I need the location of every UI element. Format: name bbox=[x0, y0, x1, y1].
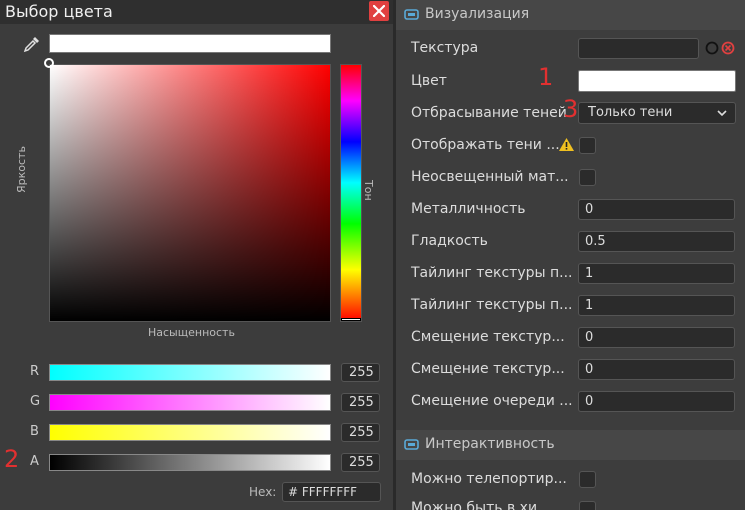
close-icon bbox=[373, 5, 385, 17]
sv-picker-handle[interactable] bbox=[44, 58, 54, 68]
channel-b-slider[interactable] bbox=[49, 424, 331, 441]
picker-title: Выбор цвета bbox=[5, 2, 113, 21]
close-button[interactable] bbox=[369, 1, 389, 21]
clear-icon[interactable] bbox=[721, 41, 735, 55]
hue-label: Тон bbox=[362, 180, 375, 201]
color-picker-panel: Выбор цвета Яркость Насыщенность Тон R 2… bbox=[0, 0, 393, 510]
channel-a-value[interactable]: 255 bbox=[341, 453, 380, 472]
color-swatch-field[interactable] bbox=[578, 70, 736, 92]
tiling-y-input[interactable]: 1 bbox=[578, 295, 735, 316]
next-option-checkbox[interactable] bbox=[579, 501, 596, 510]
unlit-label: Неосвещенный мат... bbox=[411, 169, 569, 185]
saturation-brightness-area[interactable] bbox=[49, 64, 331, 322]
shadow-cast-label: Отбрасывание теней bbox=[411, 105, 567, 121]
smoothness-label: Гладкость bbox=[411, 233, 488, 249]
offset-y-input[interactable]: 0 bbox=[578, 359, 735, 380]
hue-slider-handle[interactable] bbox=[341, 318, 361, 321]
tiling-x-input[interactable]: 1 bbox=[578, 263, 735, 284]
color-preview bbox=[49, 34, 331, 53]
next-option-label: Можно быть в хи... bbox=[411, 500, 551, 510]
texture-label: Текстура bbox=[411, 40, 479, 56]
channel-g-value[interactable]: 255 bbox=[341, 393, 380, 412]
hex-label: Hex: bbox=[249, 485, 277, 499]
texture-field[interactable] bbox=[578, 38, 699, 59]
channel-a-label: A bbox=[30, 454, 39, 469]
color-label: Цвет bbox=[411, 73, 447, 89]
tiling-y-label: Тайлинг текстуры п... bbox=[411, 297, 573, 313]
section-visualization-title: Визуализация bbox=[425, 6, 530, 22]
picker-title-bar: Выбор цвета bbox=[0, 0, 393, 24]
channel-b-value[interactable]: 255 bbox=[341, 423, 380, 442]
section-component-icon bbox=[404, 9, 419, 20]
teleport-label: Можно телепортир... bbox=[411, 471, 567, 487]
channel-g-label: G bbox=[30, 394, 41, 409]
channel-r-label: R bbox=[30, 364, 40, 379]
shadow-cast-dropdown[interactable]: Только тени bbox=[578, 102, 736, 124]
smoothness-input[interactable]: 0.5 bbox=[578, 231, 735, 252]
object-picker-icon[interactable] bbox=[705, 41, 719, 55]
tiling-x-label: Тайлинг текстуры п... bbox=[411, 265, 573, 281]
hue-slider[interactable] bbox=[340, 64, 362, 322]
section-component-icon bbox=[404, 439, 419, 450]
shadow-cast-value: Только тени bbox=[588, 105, 673, 120]
saturation-label: Насыщенность bbox=[148, 326, 235, 339]
channel-a-slider[interactable] bbox=[49, 454, 331, 471]
metallic-label: Металличность bbox=[411, 201, 526, 217]
hex-input[interactable]: # FFFFFFFF bbox=[282, 482, 381, 502]
channel-r-value[interactable]: 255 bbox=[341, 363, 380, 382]
channel-b-label: B bbox=[30, 424, 39, 439]
section-visualization-header[interactable]: Визуализация bbox=[396, 0, 745, 30]
annotation-2: 2 bbox=[4, 445, 20, 473]
metallic-input[interactable]: 0 bbox=[578, 199, 735, 220]
brightness-label: Яркость bbox=[15, 146, 28, 193]
annotation-1: 1 bbox=[538, 63, 554, 91]
channel-g-slider[interactable] bbox=[49, 394, 331, 411]
teleport-checkbox[interactable] bbox=[579, 471, 596, 488]
show-shadows-checkbox[interactable] bbox=[579, 137, 596, 154]
section-interactivity-title: Интерактивность bbox=[425, 436, 555, 452]
section-interactivity-header[interactable]: Интерактивность bbox=[396, 430, 745, 460]
channel-r-slider[interactable] bbox=[49, 364, 331, 381]
offset-x-label: Смещение текстур... bbox=[411, 329, 565, 345]
chevron-down-icon bbox=[717, 110, 727, 117]
warning-icon bbox=[559, 138, 574, 151]
eyedropper-icon[interactable] bbox=[23, 35, 41, 53]
queue-offset-input[interactable]: 0 bbox=[578, 391, 735, 412]
offset-y-label: Смещение текстур... bbox=[411, 361, 565, 377]
unlit-checkbox[interactable] bbox=[579, 169, 596, 186]
offset-x-input[interactable]: 0 bbox=[578, 327, 735, 348]
annotation-3: 3 bbox=[563, 95, 579, 123]
queue-offset-label: Смещение очереди ... bbox=[411, 393, 573, 409]
show-shadows-label: Отображать тени ... bbox=[411, 137, 560, 153]
